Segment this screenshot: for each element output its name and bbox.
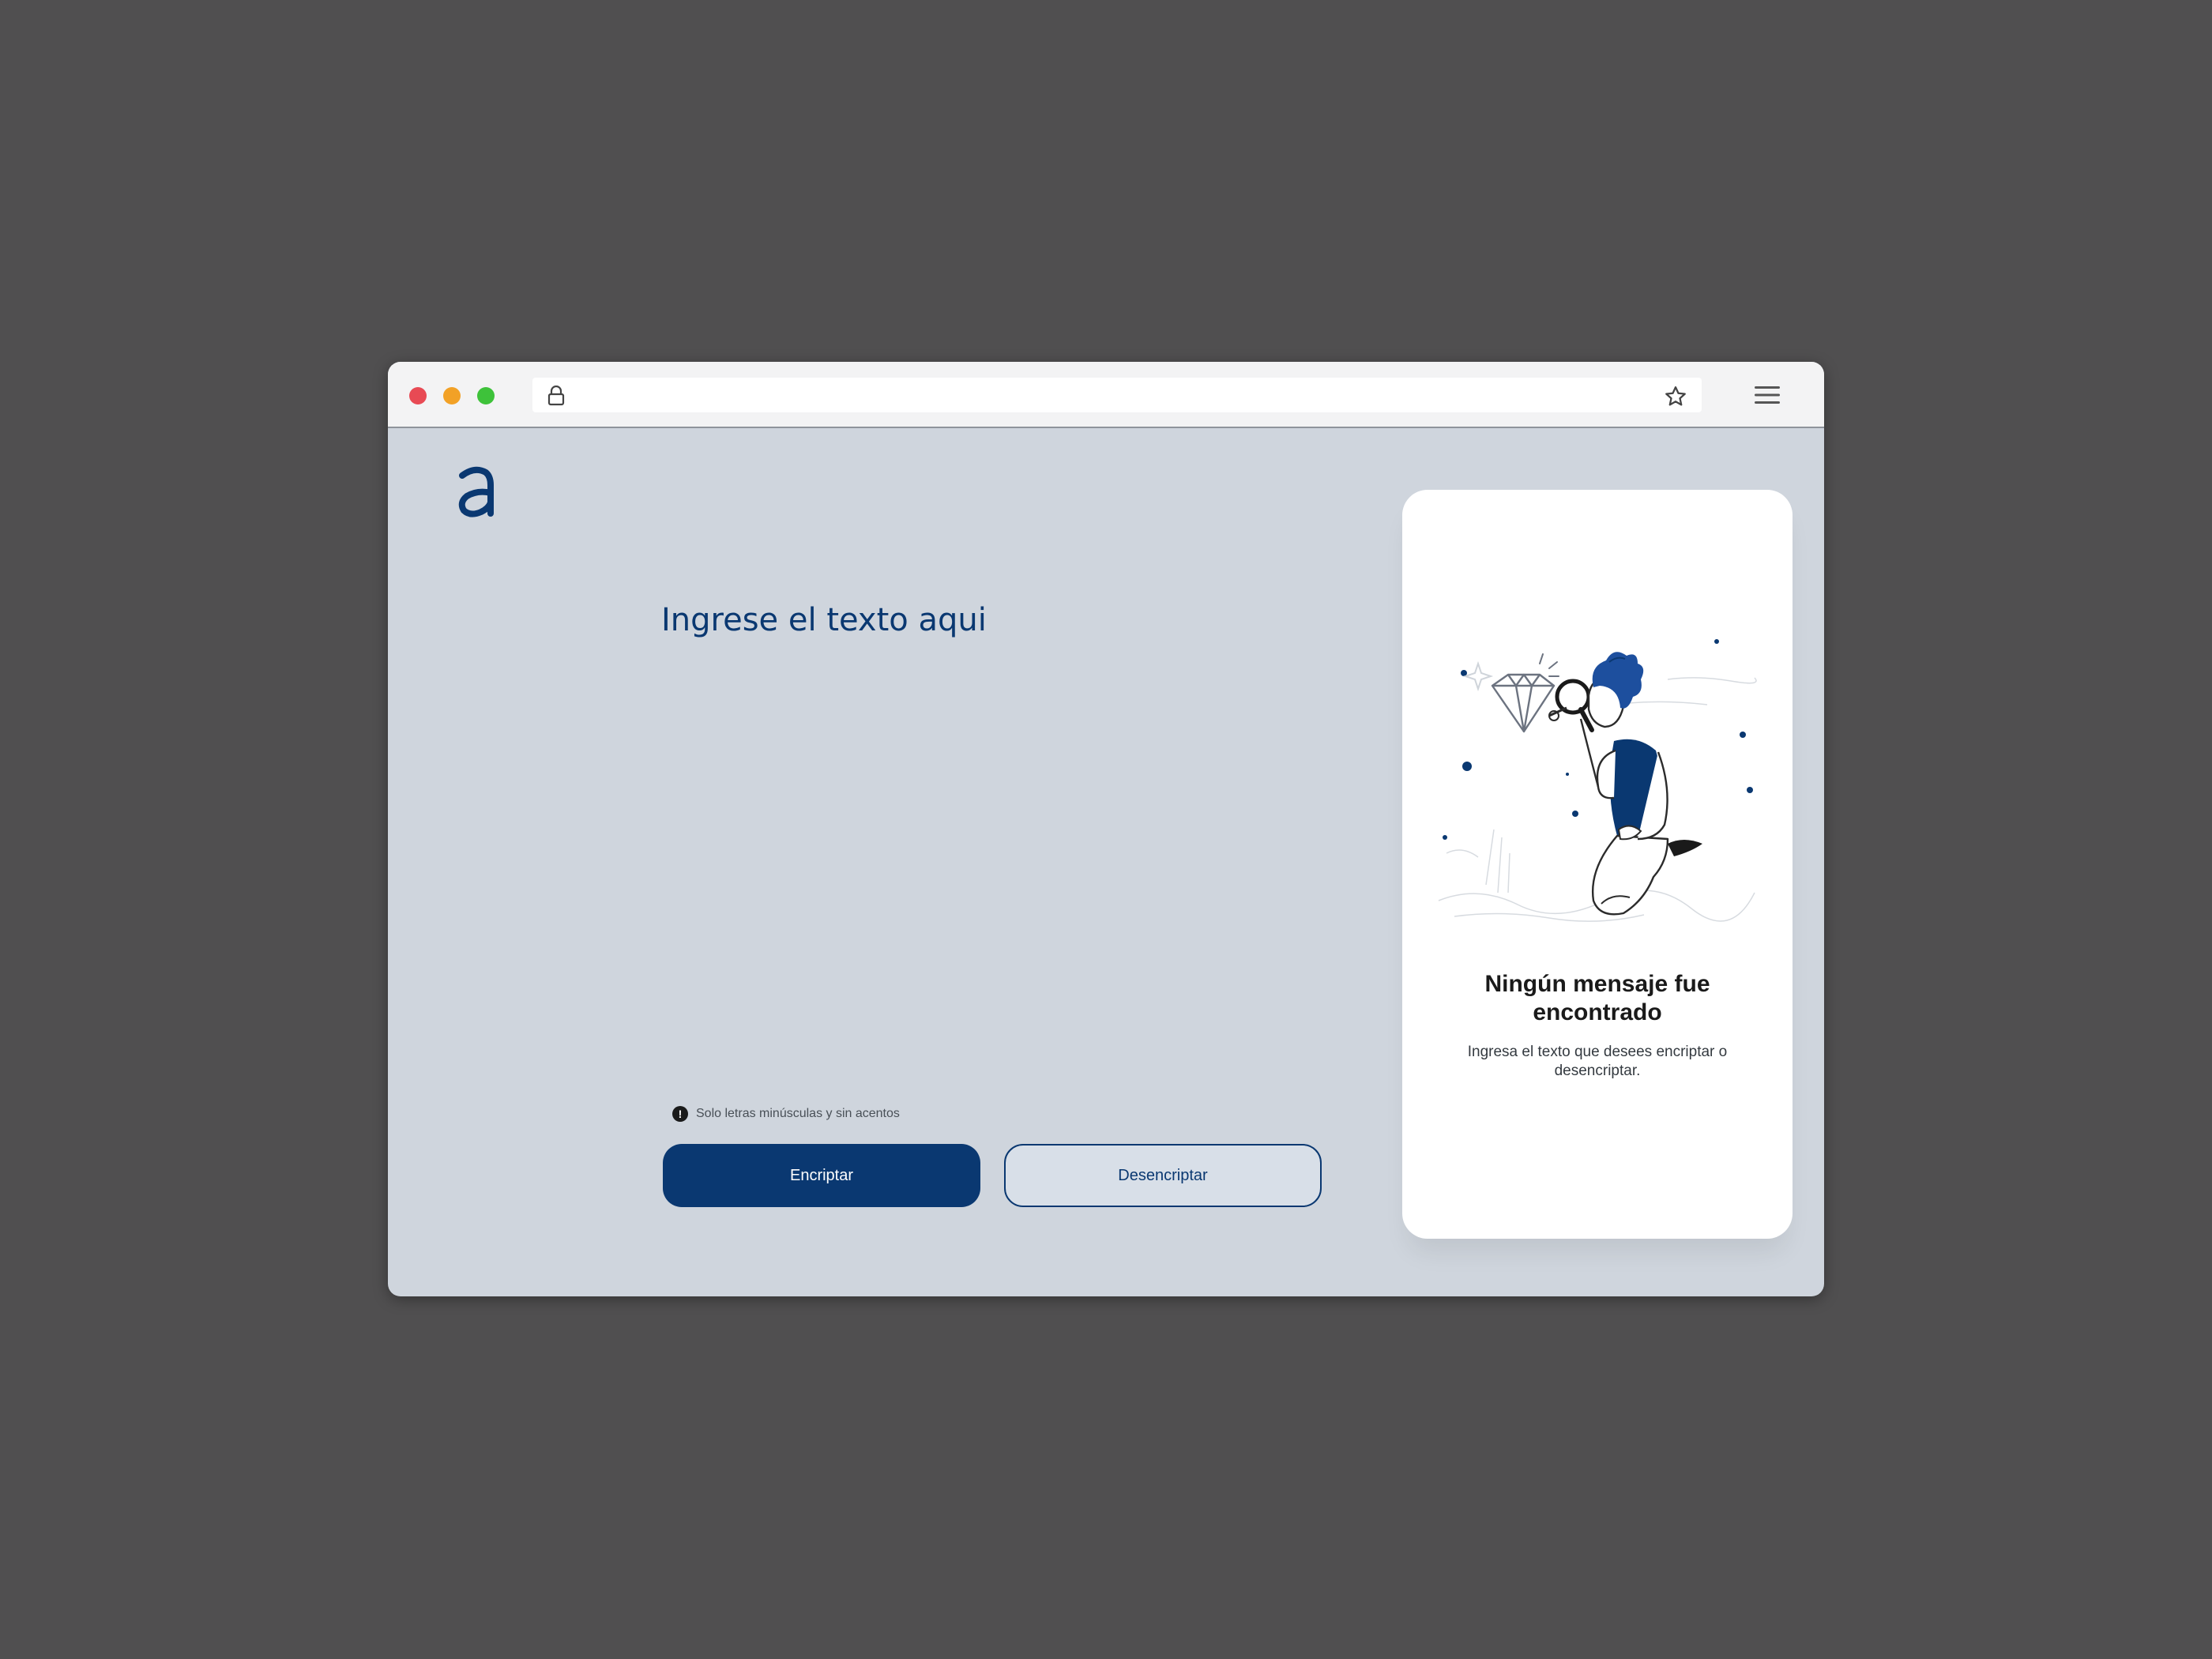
maximize-window-button[interactable] — [477, 387, 495, 404]
page-content: ! Solo letras minúsculas y sin acentos E… — [388, 428, 1824, 1296]
input-hint: ! Solo letras minúsculas y sin acentos — [672, 1104, 900, 1123]
output-message: Ingresa el texto que desees encriptar o … — [1467, 1044, 1728, 1079]
minimize-window-button[interactable] — [443, 387, 461, 404]
text-input[interactable] — [661, 602, 1341, 1044]
hint-text: Solo letras minúsculas y sin acentos — [696, 1107, 900, 1120]
person-with-magnifier-illustration — [1438, 639, 1757, 922]
encrypt-button[interactable]: Encriptar — [663, 1144, 980, 1207]
close-window-button[interactable] — [409, 387, 427, 404]
alura-a-logo[interactable] — [456, 465, 494, 520]
output-card: Ningún mensaje fue encontrado Ingresa el… — [1402, 490, 1793, 1239]
browser-window: ! Solo letras minúsculas y sin acentos E… — [388, 362, 1824, 1296]
decrypt-button[interactable]: Desencriptar — [1004, 1144, 1322, 1207]
star-icon[interactable] — [1664, 385, 1687, 408]
browser-titlebar — [388, 362, 1824, 428]
hamburger-menu-icon[interactable] — [1753, 384, 1781, 406]
address-bar[interactable] — [532, 378, 1702, 412]
lock-icon — [547, 386, 565, 406]
info-icon: ! — [672, 1106, 688, 1122]
output-title: Ningún mensaje fue encontrado — [1484, 971, 1710, 1025]
